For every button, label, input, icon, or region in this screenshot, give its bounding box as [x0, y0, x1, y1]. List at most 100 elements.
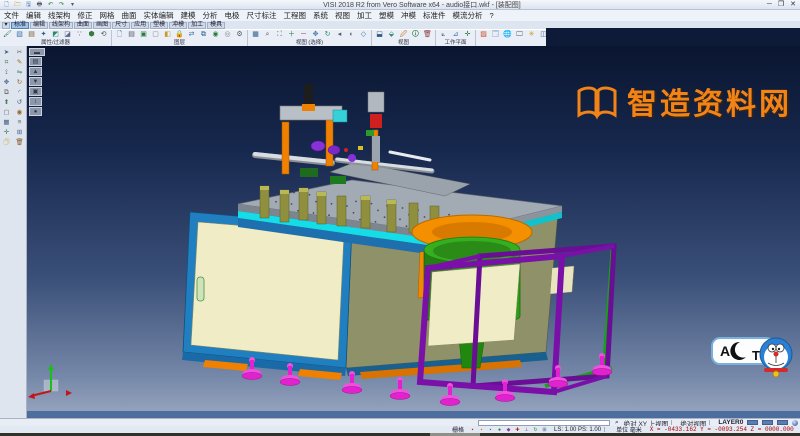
move-icon[interactable]: ✥	[1, 78, 12, 87]
window-layout-icon[interactable]: 🗔	[490, 30, 501, 40]
layer-move-icon[interactable]: ⇄	[186, 30, 197, 40]
render-sphere-icon[interactable]	[792, 420, 798, 426]
nav-menu-button[interactable]: ▬	[29, 48, 45, 56]
layer-lock-icon[interactable]: 🔒	[174, 30, 185, 40]
print-icon[interactable]: 🖶	[35, 1, 44, 9]
color-swatch-2[interactable]	[762, 420, 773, 425]
layer-show-all-icon[interactable]: ◉	[210, 30, 221, 40]
undo-icon[interactable]: ↶	[46, 1, 55, 9]
attribute-brush-icon[interactable]: 🖌	[2, 30, 13, 40]
tab-2[interactable]: 线架构	[49, 22, 73, 29]
boolean-icon[interactable]: ◉	[14, 108, 25, 117]
zoom-in-icon[interactable]: ＋	[286, 30, 297, 40]
previous-view-icon[interactable]: ◂	[334, 30, 345, 40]
shell-icon[interactable]: ▢	[1, 108, 12, 117]
menu-item-14[interactable]: 加工	[357, 10, 372, 21]
world-icon[interactable]: 🌐	[502, 30, 513, 40]
measure-icon[interactable]: ⟟	[1, 68, 12, 77]
tab-7[interactable]: 塑模	[150, 22, 168, 29]
revolve-icon[interactable]: ↺	[14, 98, 25, 107]
snap-point-icon[interactable]: ▪	[469, 427, 476, 433]
grid-icon[interactable]: ⊞	[14, 128, 25, 137]
wireframe-view-icon[interactable]: ◇	[358, 30, 369, 40]
view-iso-icon[interactable]: ⬙	[386, 30, 397, 40]
trash-icon[interactable]: 🗑	[14, 138, 25, 147]
color-swatch-3[interactable]	[777, 420, 788, 425]
zoom-out-icon[interactable]: －	[298, 30, 309, 40]
view-info-icon[interactable]: 🛈	[410, 30, 421, 40]
cut-icon[interactable]: ✂	[14, 48, 25, 57]
snap-mid-icon[interactable]: ▪	[487, 427, 494, 433]
screen-icon[interactable]: 🖵	[514, 30, 525, 40]
point-filter-icon[interactable]: ∵	[74, 30, 85, 40]
maximize-button[interactable]: ❐	[778, 0, 784, 9]
ime-letter-a[interactable]: A	[720, 343, 730, 359]
menu-item-8[interactable]: 分析	[203, 10, 218, 21]
view-top-icon[interactable]: ⬓	[374, 30, 385, 40]
menu-item-6[interactable]: 实体编辑	[144, 10, 174, 21]
customize-icon[interactable]: ▾	[68, 1, 77, 9]
menu-item-15[interactable]: 塑模	[379, 10, 394, 21]
zoom-all-icon[interactable]: ⛶	[274, 30, 285, 40]
menu-item-3[interactable]: 修正	[78, 10, 93, 21]
solid-filter-icon[interactable]: ⬢	[86, 30, 97, 40]
ime-toolbar[interactable]: A T	[710, 332, 794, 382]
close-button[interactable]: ✕	[790, 0, 796, 9]
light-icon[interactable]: ✳	[526, 30, 537, 40]
workplane-set-icon[interactable]: ⟀	[438, 30, 449, 40]
snap-end-icon[interactable]: ▪	[478, 427, 485, 433]
align-icon[interactable]: ≡	[14, 118, 25, 127]
nav-down-button[interactable]: ▼	[29, 77, 42, 86]
layers-icon[interactable]: 🗇	[1, 138, 12, 147]
tab-9[interactable]: 加工	[188, 22, 206, 29]
select-view-icon[interactable]: ▦	[250, 30, 261, 40]
fillet-icon[interactable]: ◜	[14, 88, 25, 97]
model-viewport[interactable]: ▬▤▲▼▣↕● 智造资料网 A T	[27, 46, 800, 418]
menu-item-12[interactable]: 系统	[313, 10, 328, 21]
ime-letter-t[interactable]: T	[752, 348, 760, 363]
nav-point-button[interactable]: ●	[29, 107, 42, 116]
color-swatch-1[interactable]	[747, 420, 758, 425]
tab-10[interactable]: 模具	[207, 22, 225, 29]
edge-filter-icon[interactable]: ◪	[62, 30, 73, 40]
render-mode-icon[interactable]: ▨	[478, 30, 489, 40]
menu-item-2[interactable]: 线架构	[48, 10, 71, 21]
menu-item-7[interactable]: 建模	[181, 10, 196, 21]
layer-copy-icon[interactable]: ⧉	[198, 30, 209, 40]
open-file-icon[interactable]: 🗁	[13, 1, 22, 9]
track-icon[interactable]: ↻	[532, 427, 539, 433]
menu-item-17[interactable]: 标准件	[423, 10, 446, 21]
grid-toggle-icon[interactable]: ⊞	[541, 427, 548, 433]
snap-icon[interactable]: ✛	[1, 128, 12, 137]
nav-fit-button[interactable]: ▣	[29, 87, 42, 96]
layer-on-icon[interactable]: ▣	[138, 30, 149, 40]
extrude-icon[interactable]: ⬆	[1, 98, 12, 107]
view-edit-icon[interactable]: 🖉	[398, 30, 409, 40]
tab-0[interactable]: 标准	[11, 22, 29, 29]
menu-item-5[interactable]: 曲面	[122, 10, 137, 21]
menu-item-0[interactable]: 文件	[4, 10, 19, 21]
tab-8[interactable]: 冲模	[169, 22, 187, 29]
layer-hide-all-icon[interactable]: ◎	[222, 30, 233, 40]
pan-icon[interactable]: ✥	[310, 30, 321, 40]
layer-filter-icon[interactable]: ▤	[26, 30, 37, 40]
ortho-icon[interactable]: ⊥	[523, 427, 530, 433]
menu-item-19[interactable]: ?	[490, 11, 494, 20]
face-filter-icon[interactable]: ◩	[50, 30, 61, 40]
tab-overflow-button[interactable]: ▾	[2, 22, 10, 29]
layer-settings-icon[interactable]: ⚙	[234, 30, 245, 40]
menu-item-13[interactable]: 视图	[335, 10, 350, 21]
tab-5[interactable]: 尺寸	[112, 22, 130, 29]
menu-item-18[interactable]: 模流分析	[453, 10, 483, 21]
bounds-icon[interactable]: ⌗	[1, 58, 12, 67]
layer-current-icon[interactable]: ◧	[162, 30, 173, 40]
view-delete-icon[interactable]: 🗑	[422, 30, 433, 40]
mirror-icon[interactable]: ⇋	[14, 68, 25, 77]
element-filter-icon[interactable]: ✦	[38, 30, 49, 40]
nav-up-button[interactable]: ▲	[29, 67, 42, 76]
menu-item-16[interactable]: 冲模	[401, 10, 416, 21]
tab-6[interactable]: 应用	[131, 22, 149, 29]
reset-filter-icon[interactable]: ⟲	[98, 30, 109, 40]
shade-view-icon[interactable]: ◐	[346, 30, 357, 40]
rotate-view-icon[interactable]: ↻	[322, 30, 333, 40]
